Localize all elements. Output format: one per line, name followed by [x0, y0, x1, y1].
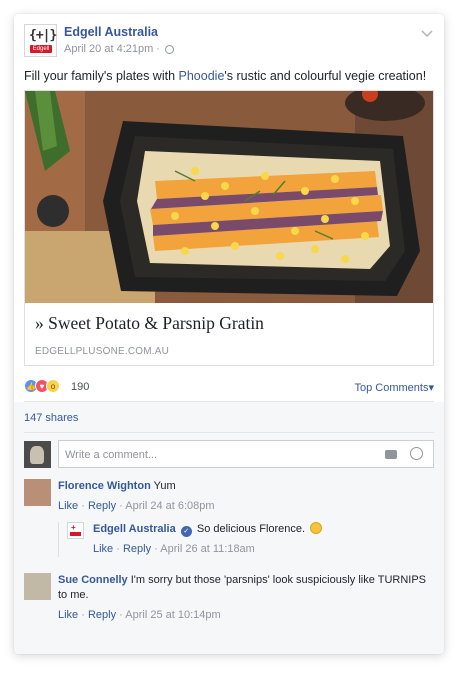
comment-item: Sue Connelly I'm sorry but those 'parsni… — [24, 573, 434, 623]
emoji-icon[interactable] — [410, 447, 423, 460]
gratin-photo[interactable] — [25, 91, 433, 303]
reply-logo-brand — [70, 532, 81, 536]
post-timestamp[interactable]: April 20 at 4:21pm — [64, 43, 153, 55]
link-preview-body: » Sweet Potato & Parsnip Gratin EDGELLPL… — [25, 303, 433, 365]
comment-time[interactable]: April 24 at 6:08pm — [125, 500, 214, 512]
page-avatar[interactable]: {+|} Edgell — [24, 24, 57, 57]
commenter-name[interactable]: Sue Connelly — [58, 574, 128, 586]
reaction-icons[interactable]: 👍 ♥ o — [24, 379, 60, 393]
commenter-avatar[interactable] — [24, 573, 51, 600]
reply-actions: Like · Reply · April 26 at 11:18am — [93, 543, 255, 555]
reactions-bar: 👍 ♥ o 190 Top Comments▾ — [24, 366, 434, 402]
comment-time[interactable]: April 25 at 10:14pm — [125, 609, 220, 621]
post-meta: April 20 at 4:21pm · — [64, 43, 174, 55]
post-text-post: 's rustic and colourful vegie creation! — [224, 69, 427, 83]
reply-link[interactable]: Reply — [88, 609, 116, 621]
comment-body: Sue Connelly I'm sorry but those 'parsni… — [58, 573, 434, 623]
chevron-down-icon[interactable] — [420, 28, 434, 38]
comments-section: 147 shares Write a comment... Florence W… — [14, 402, 444, 654]
reply-body: Edgell Australia ✓ So delicious Florence… — [93, 522, 434, 557]
like-link[interactable]: Like — [58, 609, 78, 621]
globe-icon — [164, 44, 174, 54]
link-preview[interactable]: » Sweet Potato & Parsnip Gratin EDGELLPL… — [24, 90, 434, 366]
commenter-name[interactable]: Florence Wighton — [58, 480, 151, 492]
comment-input[interactable]: Write a comment... — [58, 440, 434, 468]
meta-separator: · — [156, 43, 160, 55]
logo-brand: Edgell — [30, 45, 52, 53]
smiley-icon — [310, 522, 323, 534]
wow-icon: o — [46, 379, 60, 393]
comment-item: Florence Wighton Yum Like · Reply · Apri… — [24, 479, 434, 557]
verified-badge-icon: ✓ — [180, 526, 192, 537]
reply-avatar[interactable]: + — [67, 522, 84, 539]
link-domain: EDGELLPLUSONE.COM.AU — [35, 346, 170, 357]
post: {+|} Edgell Edgell Australia April 20 at… — [14, 14, 444, 366]
reply-text: So delicious Florence. — [196, 523, 306, 535]
comment-composer: Write a comment... — [24, 439, 434, 469]
like-link[interactable]: Like — [93, 543, 113, 555]
link-title[interactable]: » Sweet Potato & Parsnip Gratin — [35, 313, 423, 334]
commenter-avatar[interactable] — [24, 479, 51, 506]
post-text: Fill your family's plates with Phoodie's… — [24, 68, 434, 84]
reply-link[interactable]: Reply — [88, 500, 116, 512]
comment-body: Florence Wighton Yum Like · Reply · Apri… — [58, 479, 434, 514]
reply-name[interactable]: Edgell Australia — [93, 523, 176, 535]
post-header: {+|} Edgell Edgell Australia April 20 at… — [24, 24, 434, 68]
caret-down-icon: ▾ — [428, 382, 434, 394]
comment-actions: Like · Reply · April 25 at 10:14pm — [58, 609, 221, 621]
post-text-pre: Fill your family's plates with — [24, 69, 179, 83]
page-name[interactable]: Edgell Australia — [64, 25, 158, 39]
top-comments-label: Top Comments — [354, 382, 429, 394]
logo-mark: {+|} — [29, 28, 57, 43]
comment-placeholder: Write a comment... — [65, 449, 158, 461]
like-link[interactable]: Like — [58, 500, 78, 512]
camera-icon[interactable] — [385, 450, 397, 459]
reply-item: + Edgell Australia ✓ So delicious Floren… — [58, 522, 434, 557]
facebook-post-card: {+|} Edgell Edgell Australia April 20 at… — [14, 14, 444, 654]
comment-text: Yum — [153, 480, 176, 492]
shares-count[interactable]: 147 shares — [24, 402, 434, 433]
comment-actions: Like · Reply · April 24 at 6:08pm — [58, 500, 215, 512]
reply-time[interactable]: April 26 at 11:18am — [160, 543, 255, 555]
reply-link[interactable]: Reply — [123, 543, 151, 555]
reaction-count[interactable]: 190 — [71, 381, 89, 393]
user-avatar — [24, 440, 51, 468]
reply-logo-mark: + — [71, 523, 76, 532]
mention-link[interactable]: Phoodie — [179, 69, 225, 83]
top-comments-dropdown[interactable]: Top Comments▾ — [354, 381, 434, 394]
